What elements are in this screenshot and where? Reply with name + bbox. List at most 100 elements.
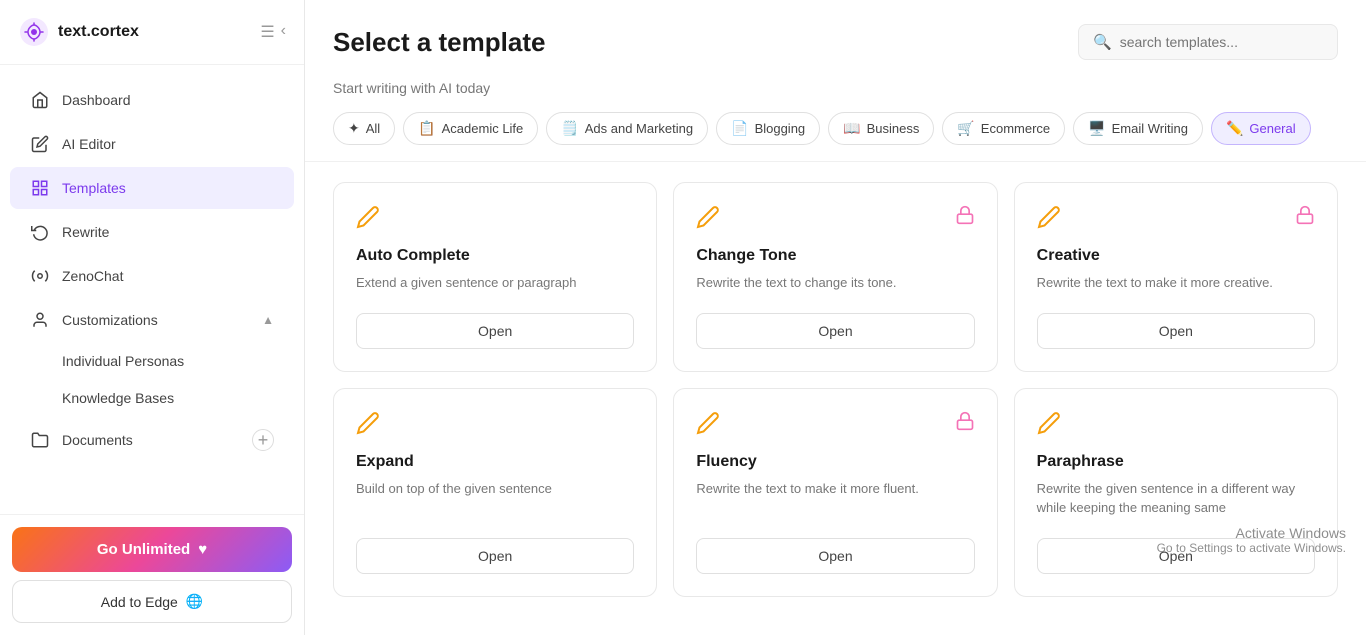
rewrite-icon (30, 222, 50, 242)
templates-label: Templates (62, 180, 274, 196)
tab-email-writing[interactable]: 🖥️ Email Writing (1073, 112, 1203, 145)
lock-icon-fluency (955, 411, 975, 436)
dashboard-label: Dashboard (62, 92, 274, 108)
blogging-tab-label: Blogging (755, 121, 806, 136)
template-card-change-tone: Change Tone Rewrite the text to change i… (673, 182, 997, 372)
template-card-expand: Expand Build on top of the given sentenc… (333, 388, 657, 597)
chevron-up-icon: ▲ (262, 313, 274, 327)
ai-editor-label: AI Editor (62, 136, 274, 152)
templates-icon (30, 178, 50, 198)
header-top: Select a template 🔍 (333, 24, 1338, 60)
email-tab-label: Email Writing (1112, 121, 1188, 136)
sidebar-item-customizations[interactable]: Customizations ▲ (10, 299, 294, 341)
academic-tab-icon: 📋 (418, 120, 435, 137)
sidebar-item-documents[interactable]: Documents + (10, 418, 294, 462)
card-header-expand (356, 411, 634, 441)
sidebar-bottom: Go Unlimited ♥ Add to Edge 🌐 (0, 514, 304, 635)
tab-academic-life[interactable]: 📋 Academic Life (403, 112, 538, 145)
add-to-edge-button[interactable]: Add to Edge 🌐 (12, 580, 292, 623)
all-tab-label: All (366, 121, 380, 136)
logo-area: text.cortex (18, 16, 139, 48)
app-name: text.cortex (58, 23, 139, 41)
filter-tabs: ✦ All 📋 Academic Life 🗒️ Ads and Marketi… (333, 112, 1338, 145)
sidebar-item-templates[interactable]: Templates (10, 167, 294, 209)
academic-tab-label: Academic Life (442, 121, 524, 136)
menu-icon: ☰ (260, 22, 274, 42)
knowledge-bases-label: Knowledge Bases (62, 390, 174, 406)
email-tab-icon: 🖥️ (1088, 120, 1105, 137)
add-document-icon[interactable]: + (252, 429, 274, 451)
tab-general[interactable]: ✏️ General (1211, 112, 1311, 145)
main-header: Select a template 🔍 Start writing with A… (305, 0, 1366, 162)
template-card-creative: Creative Rewrite the text to make it mor… (1014, 182, 1338, 372)
card-header-change-tone (696, 205, 974, 235)
card-header-paraphrase (1037, 411, 1315, 441)
home-icon (30, 90, 50, 110)
pencil-icon-2 (696, 205, 720, 235)
documents-left: Documents (30, 430, 133, 450)
card-title-creative: Creative (1037, 247, 1315, 265)
go-unlimited-button[interactable]: Go Unlimited ♥ (12, 527, 292, 572)
sidebar-header: text.cortex ☰ ‹ (0, 0, 304, 65)
business-tab-icon: 📖 (843, 120, 860, 137)
sidebar-toggle[interactable]: ☰ ‹ (260, 22, 286, 42)
sidebar-nav: Dashboard AI Editor Templates Rewrite Ze (0, 65, 304, 514)
card-header-fluency (696, 411, 974, 441)
page-title: Select a template (333, 27, 545, 58)
general-tab-label: General (1249, 121, 1295, 136)
tab-ads-marketing[interactable]: 🗒️ Ads and Marketing (546, 112, 708, 145)
sidebar-item-dashboard[interactable]: Dashboard (10, 79, 294, 121)
tab-business[interactable]: 📖 Business (828, 112, 934, 145)
search-input[interactable] (1120, 34, 1323, 50)
open-button-paraphrase[interactable]: Open (1037, 538, 1315, 574)
pencil-icon-4 (356, 411, 380, 441)
tab-all[interactable]: ✦ All (333, 112, 395, 145)
card-title-auto-complete: Auto Complete (356, 247, 634, 265)
card-desc-auto-complete: Extend a given sentence or paragraph (356, 273, 634, 293)
ai-editor-icon (30, 134, 50, 154)
open-button-fluency[interactable]: Open (696, 538, 974, 574)
customizations-icon (30, 310, 50, 330)
ecommerce-tab-label: Ecommerce (981, 121, 1050, 136)
card-title-paraphrase: Paraphrase (1037, 453, 1315, 471)
pencil-icon (356, 205, 380, 235)
sidebar-item-individual-personas[interactable]: Individual Personas (10, 343, 294, 379)
sidebar-item-rewrite[interactable]: Rewrite (10, 211, 294, 253)
ads-tab-icon: 🗒️ (561, 120, 578, 137)
zenochat-icon (30, 266, 50, 286)
zenochat-label: ZenoChat (62, 268, 274, 284)
card-desc-change-tone: Rewrite the text to change its tone. (696, 273, 974, 293)
logo-icon (18, 16, 50, 48)
add-to-edge-label: Add to Edge (101, 594, 178, 610)
card-header-creative (1037, 205, 1315, 235)
business-tab-label: Business (867, 121, 920, 136)
general-tab-icon: ✏️ (1226, 120, 1243, 137)
template-card-paraphrase: Paraphrase Rewrite the given sentence in… (1014, 388, 1338, 597)
main-content: Select a template 🔍 Start writing with A… (305, 0, 1366, 635)
card-desc-fluency: Rewrite the text to make it more fluent. (696, 479, 974, 518)
search-bar[interactable]: 🔍 (1078, 24, 1338, 60)
sidebar: text.cortex ☰ ‹ Dashboard AI Editor Temp… (0, 0, 305, 635)
template-card-auto-complete: Auto Complete Extend a given sentence or… (333, 182, 657, 372)
lock-icon-creative (1295, 205, 1315, 230)
card-desc-paraphrase: Rewrite the given sentence in a differen… (1037, 479, 1315, 518)
sidebar-item-ai-editor[interactable]: AI Editor (10, 123, 294, 165)
template-card-fluency: Fluency Rewrite the text to make it more… (673, 388, 997, 597)
card-title-expand: Expand (356, 453, 634, 471)
sidebar-item-knowledge-bases[interactable]: Knowledge Bases (10, 380, 294, 416)
open-button-change-tone[interactable]: Open (696, 313, 974, 349)
heart-icon: ♥ (198, 541, 207, 558)
card-title-change-tone: Change Tone (696, 247, 974, 265)
sidebar-item-zenochat[interactable]: ZenoChat (10, 255, 294, 297)
tab-ecommerce[interactable]: 🛒 Ecommerce (942, 112, 1065, 145)
lock-icon-change-tone (955, 205, 975, 230)
pencil-icon-3 (1037, 205, 1061, 235)
card-desc-creative: Rewrite the text to make it more creativ… (1037, 273, 1315, 293)
edge-icon: 🌐 (186, 593, 203, 610)
documents-icon (30, 430, 50, 450)
open-button-auto-complete[interactable]: Open (356, 313, 634, 349)
open-button-creative[interactable]: Open (1037, 313, 1315, 349)
open-button-expand[interactable]: Open (356, 538, 634, 574)
tab-blogging[interactable]: 📄 Blogging (716, 112, 820, 145)
templates-grid: Auto Complete Extend a given sentence or… (305, 162, 1366, 635)
